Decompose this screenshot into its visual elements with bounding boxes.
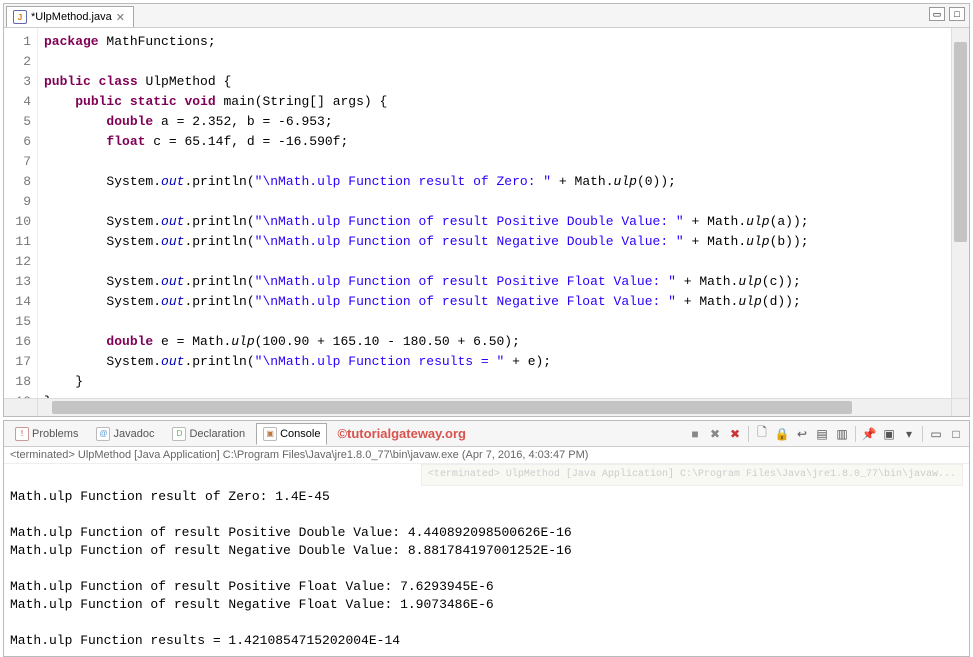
declaration-icon: D <box>172 427 186 441</box>
problems-icon: ! <box>15 427 29 441</box>
tab-console[interactable]: ▣Console <box>256 423 327 445</box>
code-editor[interactable]: 12345678910111213141516171819 package Ma… <box>4 28 969 398</box>
watermark: ©tutorialgateway.org <box>337 426 466 441</box>
minimize-button[interactable]: ▭ <box>929 7 945 21</box>
remove-launch-icon[interactable]: ✖ <box>706 425 724 443</box>
wrap-icon[interactable]: ↩ <box>793 425 811 443</box>
clear-console-icon[interactable]: 🗋 <box>753 425 771 443</box>
editor-panel: J *UlpMethod.java ✕ ▭ □ 1234567891011121… <box>3 3 970 417</box>
terminate-icon[interactable]: ■ <box>686 425 704 443</box>
maximize-view-icon[interactable]: □ <box>947 425 965 443</box>
panel-controls: ▭ □ <box>929 7 965 21</box>
maximize-button[interactable]: □ <box>949 7 965 21</box>
remove-all-icon[interactable]: ✖ <box>726 425 744 443</box>
file-tab[interactable]: J *UlpMethod.java ✕ <box>6 6 134 27</box>
minimize-view-icon[interactable]: ▭ <box>927 425 945 443</box>
scroll-lock-icon[interactable]: 🔒 <box>773 425 791 443</box>
close-icon[interactable]: ✕ <box>116 11 125 24</box>
display-console-icon[interactable]: ▣ <box>880 425 898 443</box>
javadoc-icon: @ <box>96 427 110 441</box>
console-panel: !Problems @Javadoc DDeclaration ▣Console… <box>3 420 970 657</box>
horizontal-scrollbar[interactable] <box>4 398 969 416</box>
scrollbar-thumb[interactable] <box>954 42 967 242</box>
editor-tab-bar: J *UlpMethod.java ✕ ▭ □ <box>4 4 969 28</box>
tab-javadoc[interactable]: @Javadoc <box>89 423 161 445</box>
open-console-icon[interactable]: ▾ <box>900 425 918 443</box>
terminated-line: <terminated> UlpMethod [Java Application… <box>4 447 969 464</box>
tab-problems[interactable]: !Problems <box>8 423 85 445</box>
console-toolbar: ■ ✖ ✖ 🗋 🔒 ↩ ▤ ▥ 📌 ▣ ▾ ▭ □ <box>686 425 965 443</box>
scrollbar-thumb-h[interactable] <box>52 401 852 414</box>
show-console-icon[interactable]: ▤ <box>813 425 831 443</box>
ghost-terminated: <terminated> UlpMethod [Java Application… <box>421 464 963 486</box>
pin-console-icon[interactable]: 📌 <box>860 425 878 443</box>
code-text[interactable]: package MathFunctions; public class UlpM… <box>38 28 951 398</box>
vertical-scrollbar[interactable] <box>951 28 969 398</box>
view-tab-bar: !Problems @Javadoc DDeclaration ▣Console… <box>4 421 969 447</box>
console-icon: ▣ <box>263 427 277 441</box>
line-gutter: 12345678910111213141516171819 <box>4 28 38 398</box>
tab-filename: *UlpMethod.java <box>31 11 112 23</box>
console-output[interactable]: <terminated> UlpMethod [Java Application… <box>4 464 969 656</box>
java-file-icon: J <box>13 10 27 24</box>
show-stderr-icon[interactable]: ▥ <box>833 425 851 443</box>
tab-declaration[interactable]: DDeclaration <box>165 423 252 445</box>
